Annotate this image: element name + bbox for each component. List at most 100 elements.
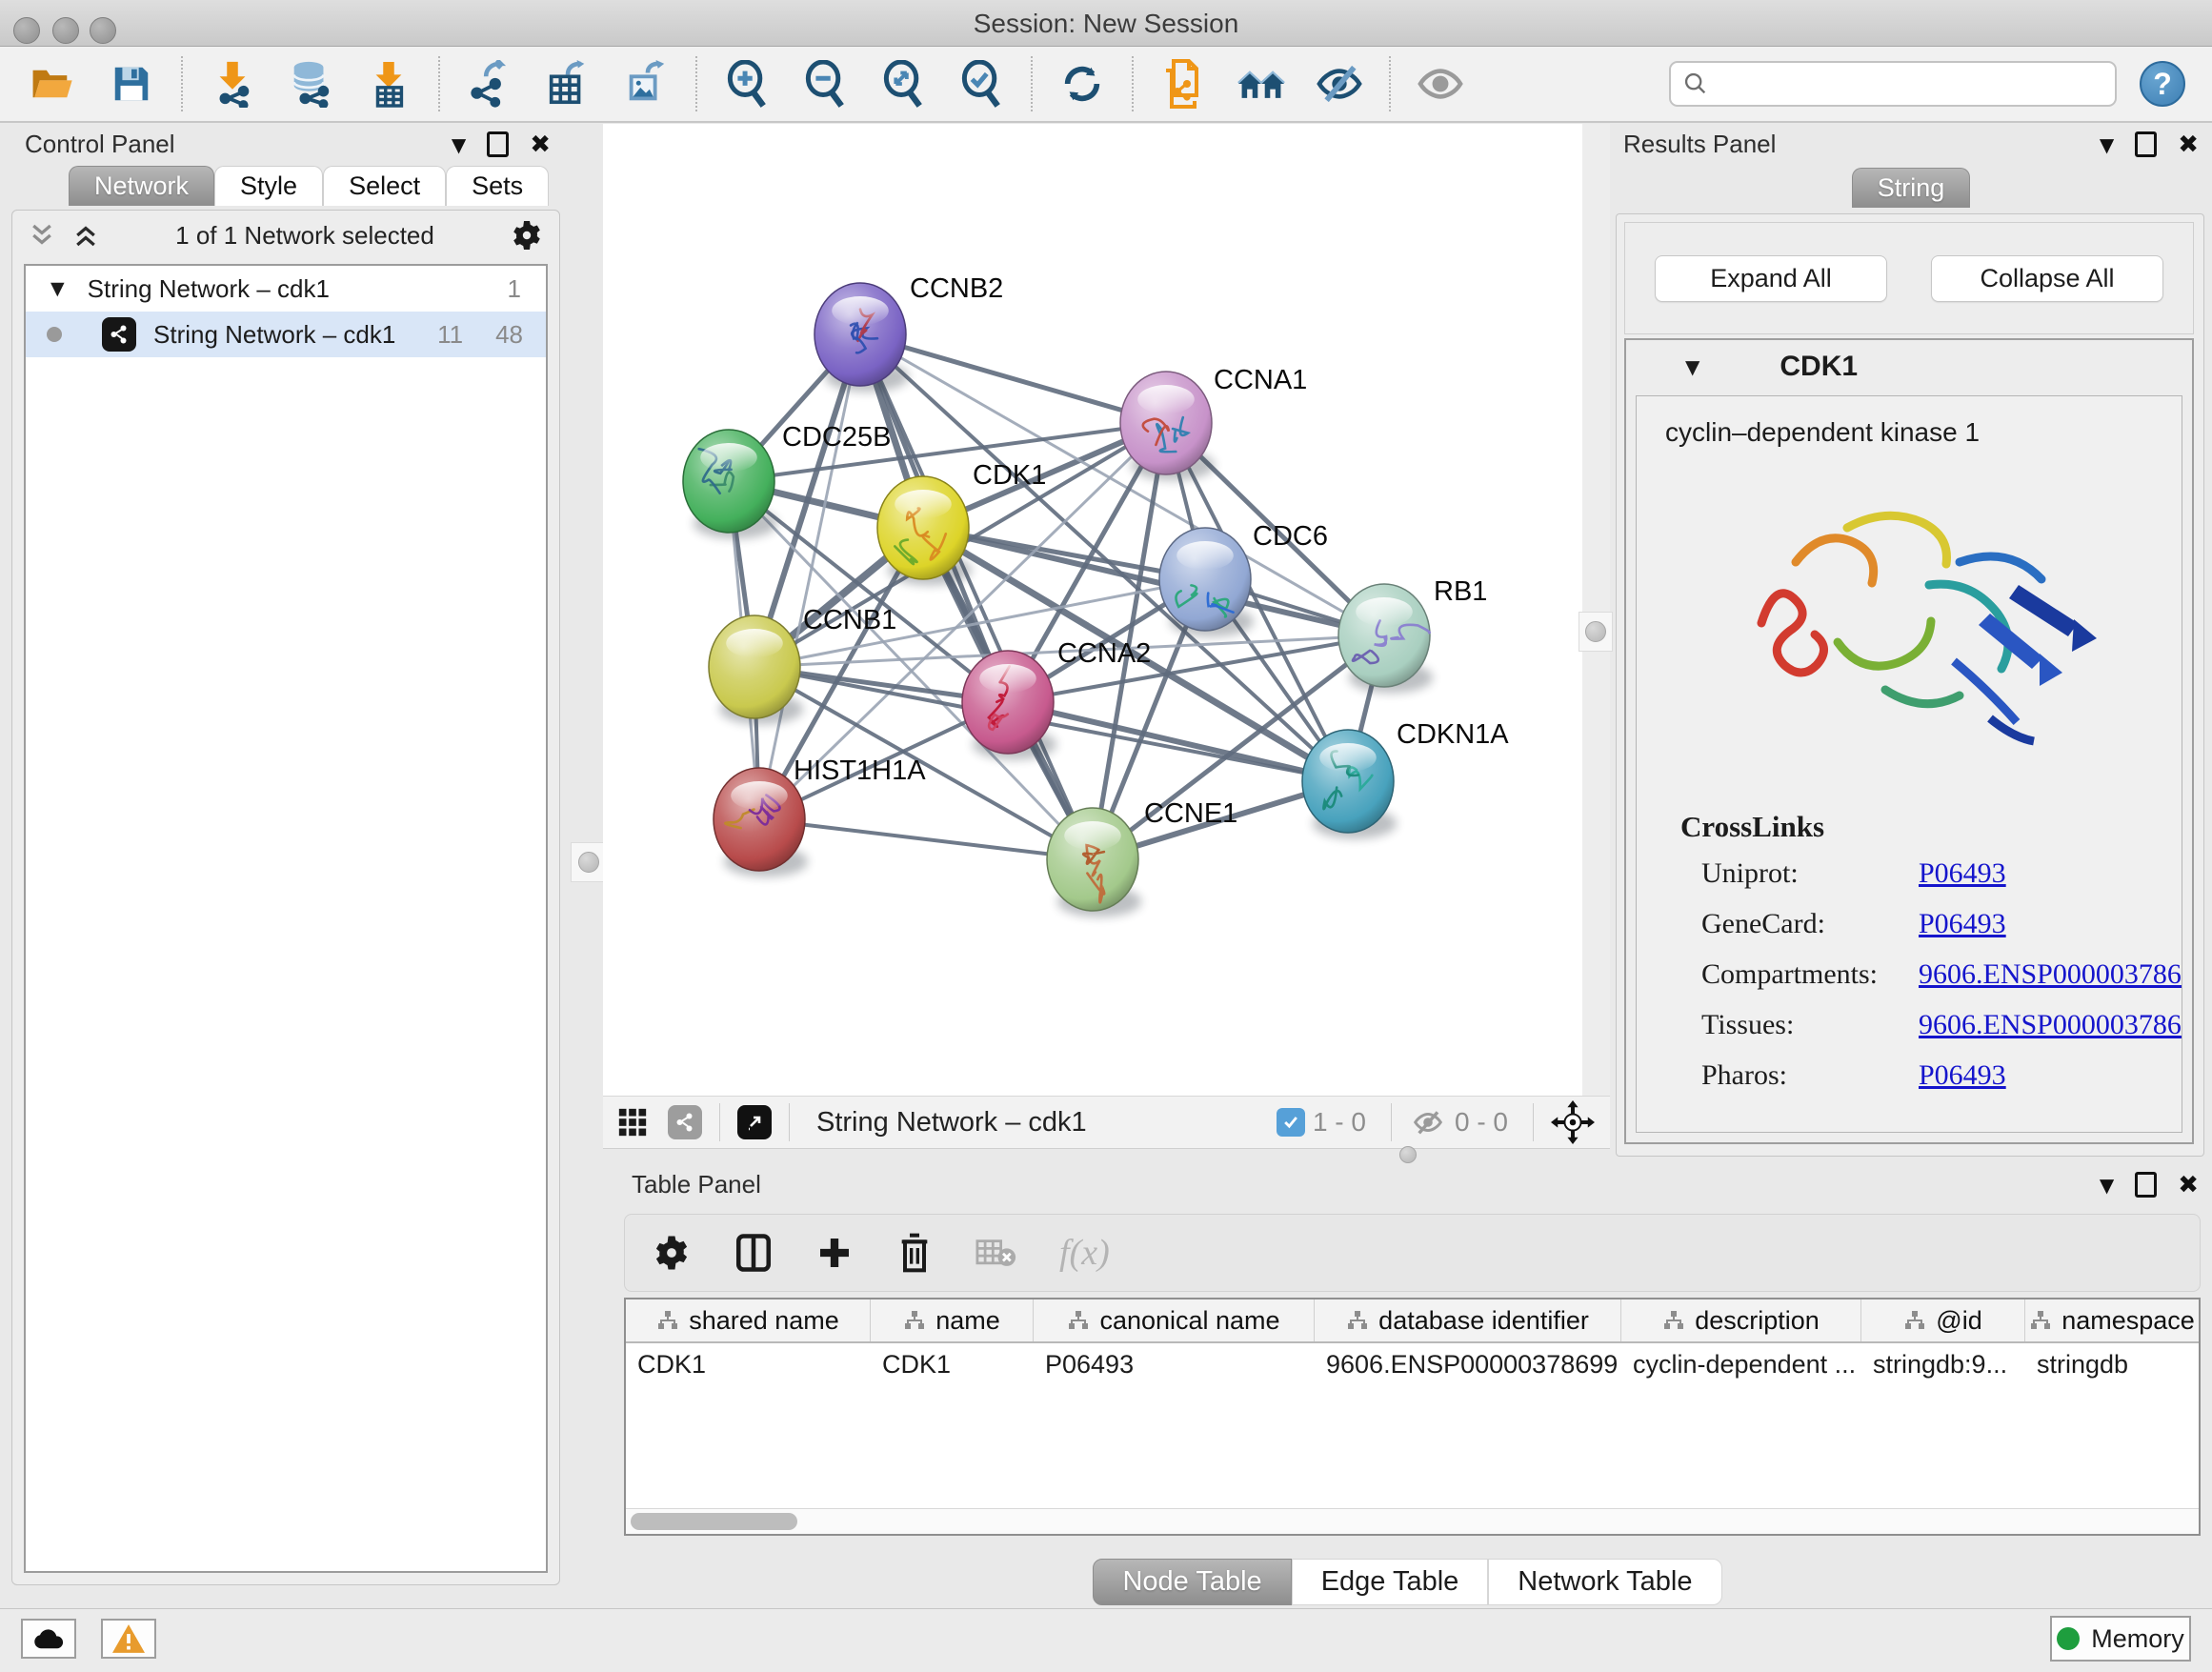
help-icon[interactable]: ? bbox=[2140, 61, 2185, 107]
column-header[interactable]: canonical name bbox=[1034, 1299, 1315, 1341]
cell-id[interactable]: stringdb:9... bbox=[1861, 1350, 2025, 1380]
table-row[interactable]: CDK1 CDK1 P06493 9606.ENSP00000378699 cy… bbox=[626, 1343, 2199, 1385]
tree-collapse-icon[interactable]: ▼ bbox=[50, 278, 65, 299]
horizontal-splitter[interactable] bbox=[603, 1149, 1610, 1164]
panel-close-icon[interactable]: ✖ bbox=[2178, 1173, 2199, 1198]
network-edge-CCNB2-HIST1H1A[interactable] bbox=[759, 334, 860, 819]
network-node-CCNB2[interactable]: CCNB2 bbox=[814, 273, 1003, 392]
zoom-in-icon[interactable] bbox=[722, 59, 772, 109]
network-node-CCNE1[interactable]: CCNE1 bbox=[1047, 798, 1237, 917]
horizontal-scrollbar[interactable] bbox=[626, 1508, 2199, 1534]
export-network-icon[interactable] bbox=[465, 59, 514, 109]
panel-close-icon[interactable]: ✖ bbox=[2178, 132, 2199, 157]
node-label-CDK1: CDK1 bbox=[973, 460, 1046, 491]
delete-icon[interactable] bbox=[895, 1232, 934, 1274]
open-session-icon[interactable] bbox=[29, 59, 78, 109]
network-edge-CCNE1-HIST1H1A[interactable] bbox=[759, 819, 1093, 859]
zoom-out-icon[interactable] bbox=[800, 59, 850, 109]
search-input[interactable] bbox=[1719, 69, 2103, 100]
scrollbar-thumb[interactable] bbox=[631, 1513, 797, 1530]
column-header[interactable]: database identifier bbox=[1315, 1299, 1621, 1341]
network-node-CDKN1A[interactable]: CDKN1A bbox=[1302, 719, 1509, 838]
crosslink-compartments[interactable]: 9606.ENSP00000378699 bbox=[1919, 958, 2182, 991]
import-network-icon[interactable] bbox=[208, 59, 257, 109]
column-header[interactable]: description bbox=[1621, 1299, 1861, 1341]
external-link-icon[interactable] bbox=[737, 1105, 772, 1139]
cell-database-identifier[interactable]: 9606.ENSP00000378699 bbox=[1315, 1350, 1621, 1380]
gear-icon[interactable] bbox=[510, 218, 544, 252]
column-header[interactable]: namespace bbox=[2025, 1299, 2199, 1341]
columns-icon[interactable] bbox=[734, 1233, 774, 1273]
column-header[interactable]: shared name bbox=[626, 1299, 871, 1341]
column-header[interactable]: name bbox=[871, 1299, 1034, 1341]
save-session-icon[interactable] bbox=[107, 59, 156, 109]
birdseye-icon[interactable] bbox=[1551, 1100, 1595, 1144]
network-node-CCNA2[interactable]: CCNA2 bbox=[962, 638, 1151, 759]
crosslink-genecard[interactable]: P06493 bbox=[1919, 908, 2182, 940]
panel-close-icon[interactable]: ✖ bbox=[530, 132, 551, 157]
tab-style[interactable]: Style bbox=[214, 166, 323, 206]
export-image-icon[interactable] bbox=[621, 59, 671, 109]
network-node-CCNA1[interactable]: CCNA1 bbox=[1120, 365, 1307, 480]
expand-all-icon[interactable] bbox=[71, 221, 100, 250]
panel-float-icon[interactable] bbox=[2135, 1172, 2157, 1198]
network-tree-row[interactable]: String Network – cdk1 11 48 bbox=[26, 312, 546, 357]
search-field[interactable] bbox=[1669, 61, 2117, 107]
cell-description[interactable]: cyclin-dependent ... bbox=[1621, 1350, 1861, 1380]
network-tree-root-row[interactable]: ▼ String Network – cdk1 1 bbox=[26, 266, 546, 312]
refresh-icon[interactable] bbox=[1057, 59, 1107, 109]
network-node-HIST1H1A[interactable]: HIST1H1A bbox=[714, 755, 926, 876]
tab-sets[interactable]: Sets bbox=[446, 166, 549, 206]
network-node-CDC6[interactable]: CDC6 bbox=[1159, 521, 1328, 636]
home-layout-icon[interactable] bbox=[1237, 59, 1286, 109]
warning-button[interactable] bbox=[101, 1619, 156, 1659]
tab-network[interactable]: Network bbox=[69, 166, 214, 206]
import-table-icon[interactable] bbox=[364, 59, 413, 109]
clone-network-icon[interactable] bbox=[1158, 59, 1208, 109]
cell-name[interactable]: CDK1 bbox=[871, 1350, 1034, 1380]
cell-canonical-name[interactable]: P06493 bbox=[1034, 1350, 1315, 1380]
section-collapse-icon[interactable]: ▼ bbox=[1685, 355, 1699, 378]
cell-namespace[interactable]: stringdb bbox=[2025, 1350, 2199, 1380]
panel-float-icon[interactable] bbox=[487, 131, 509, 157]
tab-select[interactable]: Select bbox=[323, 166, 446, 206]
selected-checkbox-icon[interactable] bbox=[1277, 1108, 1305, 1137]
collapse-all-icon[interactable] bbox=[28, 221, 56, 250]
panel-menu-icon[interactable]: ▼ bbox=[452, 133, 466, 156]
share-icon[interactable] bbox=[668, 1105, 702, 1139]
network-selection-status: 1 of 1 Network selected bbox=[100, 221, 510, 251]
cell-shared-name[interactable]: CDK1 bbox=[626, 1350, 871, 1380]
zoom-selected-icon[interactable] bbox=[956, 59, 1006, 109]
memory-button[interactable]: Memory bbox=[2050, 1616, 2191, 1662]
crosslink-pharos[interactable]: P06493 bbox=[1919, 1059, 2182, 1092]
tab-string[interactable]: String bbox=[1852, 168, 1971, 208]
show-eye-icon[interactable] bbox=[1416, 59, 1465, 109]
add-icon[interactable] bbox=[815, 1234, 854, 1272]
import-database-icon[interactable] bbox=[286, 59, 335, 109]
tab-network-table[interactable]: Network Table bbox=[1488, 1559, 1721, 1605]
grid-view-icon[interactable] bbox=[611, 1098, 654, 1147]
export-table-icon[interactable] bbox=[543, 59, 593, 109]
gear-icon[interactable] bbox=[652, 1233, 692, 1273]
tab-node-table[interactable]: Node Table bbox=[1093, 1559, 1291, 1605]
column-header[interactable]: @id bbox=[1861, 1299, 2025, 1341]
network-canvas[interactable]: CCNB2CCNA1CDC25BCDK1CDC6RB1CCNB1CCNA2CDK… bbox=[603, 124, 1582, 1096]
hide-panel-icon[interactable] bbox=[1315, 59, 1364, 109]
collapse-all-button[interactable]: Collapse All bbox=[1931, 255, 2163, 302]
expand-all-button[interactable]: Expand All bbox=[1655, 255, 1887, 302]
crosslink-uniprot[interactable]: P06493 bbox=[1919, 857, 2182, 890]
panel-menu-icon[interactable]: ▼ bbox=[2100, 133, 2114, 156]
network-node-CDK1[interactable]: CDK1 bbox=[877, 460, 1046, 585]
network-node-CDC25B[interactable]: CDC25B bbox=[683, 422, 891, 538]
tab-edge-table[interactable]: Edge Table bbox=[1292, 1559, 1489, 1605]
network-edge-CCNA2-CDKN1A[interactable] bbox=[1008, 702, 1348, 781]
network-node-RB1[interactable]: RB1 bbox=[1338, 576, 1487, 693]
warning-icon bbox=[112, 1624, 145, 1653]
vertical-splitter-handle[interactable] bbox=[1579, 612, 1613, 652]
crosslink-tissues[interactable]: 9606.ENSP00000378699 bbox=[1919, 1009, 2182, 1041]
panel-menu-icon[interactable]: ▼ bbox=[2100, 1174, 2114, 1197]
panel-float-icon[interactable] bbox=[2135, 131, 2157, 157]
vertical-splitter-handle[interactable] bbox=[571, 842, 607, 882]
zoom-fit-icon[interactable] bbox=[878, 59, 928, 109]
cloud-button[interactable] bbox=[21, 1619, 76, 1659]
